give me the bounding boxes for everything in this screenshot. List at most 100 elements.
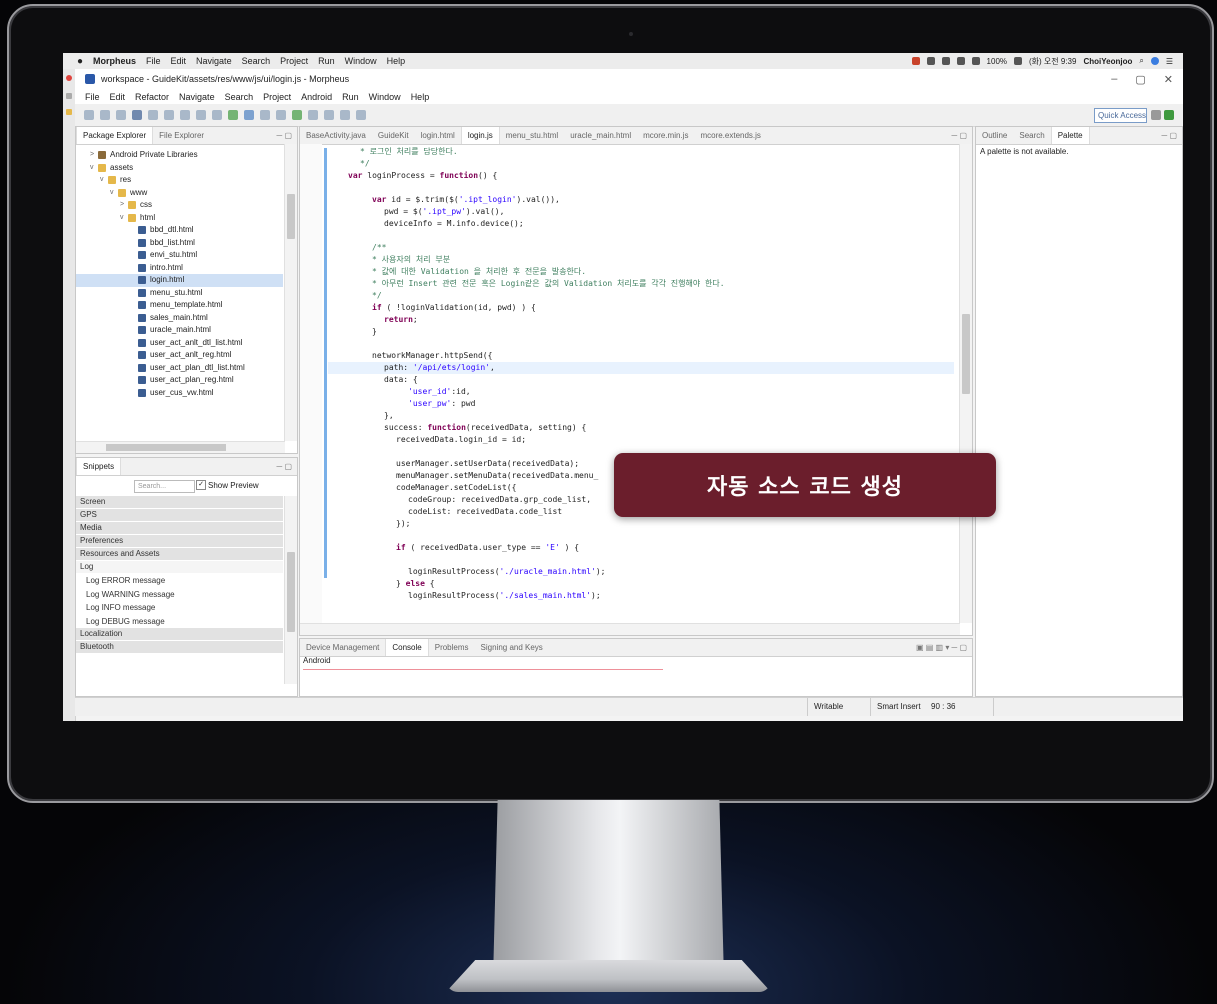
lint-icon[interactable] — [212, 110, 222, 120]
tab-package-explorer[interactable]: Package Explorer — [76, 127, 154, 144]
menu-edit[interactable]: Edit — [110, 92, 126, 102]
tab-snippets[interactable]: Snippets — [76, 458, 122, 475]
menu-window[interactable]: Window — [369, 92, 401, 102]
back-icon[interactable] — [340, 110, 350, 120]
strip-icon-b[interactable] — [66, 109, 72, 115]
menu-android[interactable]: Android — [301, 92, 332, 102]
tree-item[interactable]: user_act_plan_reg.html — [76, 374, 283, 387]
battery-icon[interactable] — [1014, 57, 1023, 65]
editor-min-max-icon[interactable]: ─ ▢ — [952, 127, 967, 144]
show-preview-checkbox[interactable]: ✓ Show Preview — [196, 480, 259, 490]
tree-item[interactable]: intro.html — [76, 262, 283, 275]
mac-menu-window[interactable]: Window — [345, 56, 377, 66]
mac-menu-navigate[interactable]: Navigate — [196, 56, 232, 66]
console-toolbar-icons[interactable]: ▣ ▤ ▥ ▾ ─ ▢ — [916, 639, 967, 656]
menu-run[interactable]: Run — [342, 92, 359, 102]
tree-expand-icon[interactable]: v — [90, 162, 98, 175]
notification-center-icon[interactable]: ☰ — [1166, 57, 1173, 66]
snippet-category[interactable]: Bluetooth — [76, 641, 283, 654]
tree-expand-icon[interactable]: v — [110, 187, 118, 200]
mac-menu-search[interactable]: Search — [242, 56, 271, 66]
siri-icon[interactable] — [1150, 57, 1159, 65]
snippet-category[interactable]: Screen — [76, 496, 283, 509]
build-icon[interactable] — [148, 110, 158, 120]
tree-item[interactable]: user_act_anlt_reg.html — [76, 349, 283, 362]
tree-item[interactable]: envi_stu.html — [76, 249, 283, 262]
tree-item[interactable]: v html — [76, 212, 283, 225]
tab-console[interactable]: Console — [385, 639, 429, 656]
tree-item[interactable]: > Android Private Libraries — [76, 149, 283, 162]
checkbox-checked-icon[interactable]: ✓ — [196, 480, 206, 490]
minimize-icon[interactable]: – — [1111, 73, 1117, 85]
mac-app-name[interactable]: Morpheus — [93, 56, 136, 66]
morpheus-icon[interactable] — [132, 110, 142, 120]
tab-signing-keys[interactable]: Signing and Keys — [475, 639, 549, 656]
search-icon[interactable] — [276, 110, 286, 120]
mac-menu-file[interactable]: File — [146, 56, 161, 66]
tab-device-management[interactable]: Device Management — [300, 639, 385, 656]
volume-icon[interactable] — [971, 57, 980, 65]
snippet-category[interactable]: Resources and Assets — [76, 548, 283, 561]
snippet-item[interactable]: Log DEBUG message — [76, 615, 283, 629]
tree-item[interactable]: user_act_plan_dtl_list.html — [76, 362, 283, 375]
editor-vscrollbar[interactable] — [959, 144, 972, 623]
tree-expand-icon[interactable]: > — [120, 199, 128, 212]
editor-tab[interactable]: mcore.min.js — [637, 127, 694, 144]
maximize-icon[interactable]: ▢ — [1135, 73, 1145, 86]
mac-menu-edit[interactable]: Edit — [171, 56, 187, 66]
prev-annotation-icon[interactable] — [324, 110, 334, 120]
snippet-item[interactable]: Log — [76, 561, 283, 574]
console-output[interactable]: Android — [300, 656, 972, 696]
open-perspective-icon[interactable] — [1151, 110, 1161, 120]
spotlight-icon[interactable]: ⌕ — [1139, 56, 1143, 66]
tree-item[interactable]: menu_stu.html — [76, 287, 283, 300]
editor-tab[interactable]: mcore.extends.js — [694, 127, 766, 144]
tab-palette[interactable]: Palette — [1050, 127, 1090, 144]
panel-min-max-icon[interactable]: ─ ▢ — [277, 127, 292, 144]
bluetooth-icon[interactable] — [941, 57, 950, 65]
save-icon[interactable] — [100, 110, 110, 120]
next-annotation-icon[interactable] — [308, 110, 318, 120]
tab-outline[interactable]: Outline — [976, 127, 1013, 144]
forward-icon[interactable] — [356, 110, 366, 120]
tree-item[interactable]: menu_template.html — [76, 299, 283, 312]
network-icon[interactable] — [926, 57, 935, 65]
snippet-category[interactable]: GPS — [76, 509, 283, 522]
editor-tab[interactable]: menu_stu.html — [500, 127, 564, 144]
menu-search[interactable]: Search — [225, 92, 254, 102]
menu-navigate[interactable]: Navigate — [179, 92, 215, 102]
strip-icon-a[interactable] — [66, 93, 72, 99]
tab-search[interactable]: Search — [1013, 127, 1050, 144]
java-perspective-icon[interactable] — [1164, 110, 1174, 120]
tree-item[interactable]: v www — [76, 187, 283, 200]
tab-problems[interactable]: Problems — [429, 639, 475, 656]
tree-item[interactable]: user_act_anlt_dtl_list.html — [76, 337, 283, 350]
app-status-icon[interactable] — [911, 57, 920, 65]
emulator-icon[interactable] — [164, 110, 174, 120]
snippet-category[interactable]: Localization — [76, 628, 283, 641]
tree-item[interactable]: v res — [76, 174, 283, 187]
snippet-item[interactable]: Log WARNING message — [76, 588, 283, 602]
menu-project[interactable]: Project — [263, 92, 291, 102]
tree-vscrollbar[interactable] — [284, 144, 297, 441]
mac-menu-project[interactable]: Project — [280, 56, 308, 66]
tree-item[interactable]: sales_main.html — [76, 312, 283, 325]
close-window-icon[interactable] — [66, 75, 72, 81]
tree-item[interactable]: v assets — [76, 162, 283, 175]
external-tools-icon[interactable] — [260, 110, 270, 120]
new-icon[interactable] — [84, 110, 94, 120]
mac-menu-run[interactable]: Run — [318, 56, 335, 66]
run-icon[interactable] — [228, 110, 238, 120]
tab-file-explorer[interactable]: File Explorer — [153, 127, 210, 144]
quick-access-input[interactable]: Quick Access — [1094, 108, 1147, 123]
clock[interactable]: (화) 오전 9:39 — [1029, 56, 1076, 67]
menu-help[interactable]: Help — [411, 92, 430, 102]
tree-item[interactable]: user_cus_vw.html — [76, 387, 283, 400]
apple-icon[interactable]: ● — [75, 56, 85, 67]
editor-tab[interactable]: BaseActivity.java — [300, 127, 372, 144]
snippets-min-max-icon[interactable]: ─ ▢ — [277, 458, 292, 475]
mac-menu-help[interactable]: Help — [387, 56, 406, 66]
snippet-item[interactable]: Log INFO message — [76, 601, 283, 615]
editor-hscrollbar[interactable] — [300, 623, 960, 635]
save-all-icon[interactable] — [116, 110, 126, 120]
